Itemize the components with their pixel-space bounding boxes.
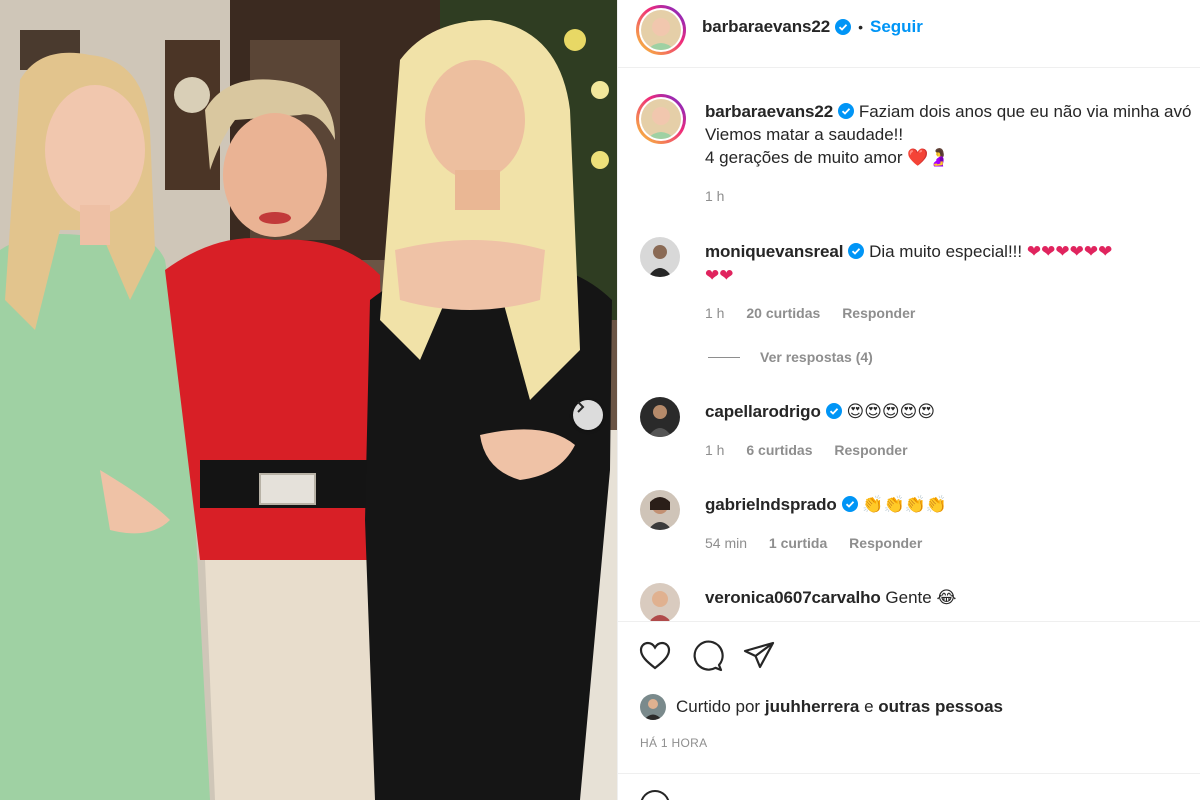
author-username[interactable]: barbaraevans22: [702, 17, 830, 37]
comment-time[interactable]: 54 min: [705, 535, 747, 551]
comment-icon[interactable]: [690, 639, 724, 673]
commenter-avatar[interactable]: [640, 583, 680, 621]
comment-meta: 1 h 6 curtidas Responder: [705, 442, 926, 458]
comment-body: Gente: [885, 588, 932, 607]
header-user-line: barbaraevans22 • Seguir: [702, 17, 923, 37]
comment-meta: 54 min 1 curtida Responder: [705, 535, 940, 551]
author-avatar: [641, 10, 681, 50]
commenter-avatar[interactable]: [640, 490, 680, 530]
share-icon[interactable]: [742, 639, 776, 673]
comment-emoji: ❤❤❤❤❤❤: [1026, 242, 1113, 262]
comment-likes[interactable]: 6 curtidas: [746, 442, 812, 458]
liked-by-prefix: Curtido por: [676, 697, 761, 716]
post-actions: Curtido por juuhherrera e outras pessoas…: [618, 621, 1200, 800]
reply-button[interactable]: Responder: [849, 535, 922, 551]
comment-emoji: 👏👏👏👏: [862, 495, 948, 515]
liker-avatar[interactable]: [640, 694, 666, 720]
post-timestamp[interactable]: HÁ 1 HORA: [640, 736, 707, 750]
comment-body: Dia muito especial!!!: [869, 242, 1023, 261]
caption-time[interactable]: 1 h: [705, 188, 724, 204]
caption-emoji: ❤️🤰: [907, 148, 950, 168]
liked-by-user[interactable]: juuhherrera: [765, 697, 859, 717]
comment-emoji: 😍😍😍😍😍: [846, 402, 936, 422]
post-photo-illustration: [0, 0, 617, 800]
commenter-avatar[interactable]: [640, 397, 680, 437]
comment-username[interactable]: capellarodrigo: [705, 402, 821, 421]
replies-divider: [708, 356, 740, 358]
follow-button[interactable]: Seguir: [870, 17, 923, 37]
view-replies-label: Ver respostas (4): [760, 349, 873, 365]
post-header: barbaraevans22 • Seguir: [618, 0, 1200, 68]
caption-avatar: [641, 99, 681, 139]
caption-line-1: Faziam dois anos que eu não via minha av…: [858, 102, 1192, 121]
post-side-panel: barbaraevans22 • Seguir barbaraevans22 F…: [617, 0, 1200, 800]
comment-text: capellarodrigo 😍😍😍😍😍: [705, 400, 1200, 424]
verified-icon: [841, 496, 858, 512]
comment-text: gabrielndsprado 👏👏👏👏: [705, 493, 1200, 517]
liked-by-others[interactable]: outras pessoas: [878, 697, 1003, 717]
comment-time[interactable]: 1 h: [705, 305, 724, 321]
caption-meta: 1 h: [705, 188, 742, 204]
verified-icon: [848, 243, 865, 259]
footer-divider: [618, 773, 1200, 774]
comment-emoji: 😂: [936, 588, 957, 608]
emoji-icon[interactable]: [640, 790, 670, 800]
next-photo-button[interactable]: [573, 400, 603, 430]
caption-line-2: Viemos matar a saudade!!: [705, 125, 904, 144]
comment-text: moniquevansreal Dia muito especial!!! ❤❤…: [705, 240, 1200, 288]
commenter-avatar[interactable]: [640, 237, 680, 277]
comment-meta: 1 h 20 curtidas Responder: [705, 305, 933, 321]
chevron-right-icon: [577, 401, 585, 413]
comment-likes[interactable]: 20 curtidas: [746, 305, 820, 321]
caption-text: barbaraevans22 Faziam dois anos que eu n…: [705, 100, 1200, 170]
view-replies-button[interactable]: Ver respostas (4): [708, 349, 873, 365]
comment-likes[interactable]: 1 curtida: [769, 535, 827, 551]
verified-icon: [825, 403, 842, 419]
post-photo: [0, 0, 617, 800]
comment-username[interactable]: veronica0607carvalho: [705, 588, 881, 607]
author-avatar-ring[interactable]: [636, 5, 686, 55]
caption-line-3: 4 gerações de muito amor: [705, 148, 903, 167]
caption-avatar-ring[interactable]: [636, 94, 686, 144]
comment-text: veronica0607carvalho Gente 😂: [705, 586, 1200, 610]
reply-button[interactable]: Responder: [834, 442, 907, 458]
header-separator: •: [858, 19, 863, 35]
liked-by: Curtido por juuhherrera e outras pessoas: [640, 694, 1003, 720]
reply-button[interactable]: Responder: [842, 305, 915, 321]
liked-by-and: e: [864, 697, 874, 716]
heart-icon[interactable]: [638, 639, 672, 673]
caption-username[interactable]: barbaraevans22: [705, 102, 833, 121]
instagram-post-modal: barbaraevans22 • Seguir barbaraevans22 F…: [0, 0, 1200, 800]
verified-icon: [835, 19, 852, 35]
comments-list[interactable]: barbaraevans22 Faziam dois anos que eu n…: [618, 69, 1200, 621]
verified-icon: [838, 103, 855, 119]
comment-username[interactable]: gabrielndsprado: [705, 495, 837, 514]
comment-emoji-continued: ❤❤: [705, 266, 734, 286]
comment-time[interactable]: 1 h: [705, 442, 724, 458]
comment-username[interactable]: moniquevansreal: [705, 242, 843, 261]
